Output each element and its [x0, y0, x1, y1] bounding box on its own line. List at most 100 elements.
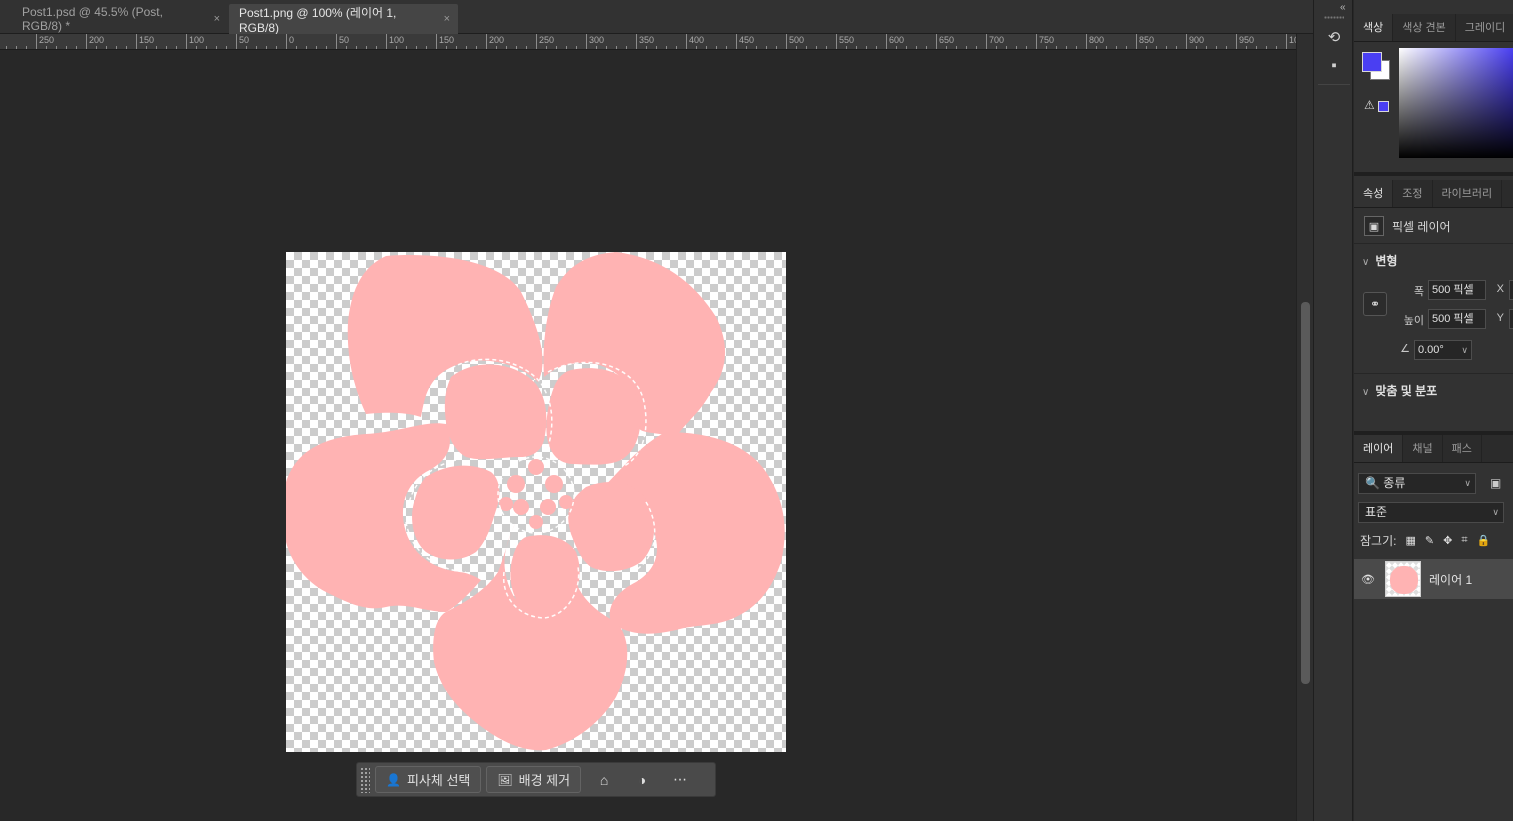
- ruler-minor-tick: [1006, 46, 1007, 49]
- width-label: 폭: [1413, 286, 1424, 298]
- out-of-gamut-warning-icon[interactable]: ⚠: [1364, 98, 1375, 112]
- lock-paint-icon[interactable]: ✎: [1425, 534, 1434, 547]
- ruler-label: 200: [89, 35, 105, 45]
- tab-gradients[interactable]: 그레이디: [1456, 14, 1513, 41]
- ruler-minor-tick: [1266, 46, 1267, 49]
- layers-panel-tabs: 레이어 채널 패스: [1354, 435, 1513, 463]
- ruler-minor-tick: [26, 46, 27, 49]
- lock-position-icon[interactable]: ✥: [1443, 534, 1452, 547]
- ruler-label: 150: [139, 35, 155, 45]
- blend-mode-dropdown[interactable]: 표준 ∨: [1358, 502, 1504, 523]
- horizontal-ruler[interactable]: 0 250 200 150 100 500 50 100 150 200 250 300 350 400 4…: [0, 34, 1296, 50]
- select-subject-label: 피사체 선택: [406, 773, 471, 788]
- tab-properties[interactable]: 속성: [1354, 180, 1394, 207]
- document-canvas[interactable]: [286, 252, 786, 752]
- close-icon[interactable]: ×: [444, 13, 450, 25]
- link-dimensions-icon[interactable]: ⚭: [1363, 292, 1387, 316]
- ruler-minor-tick: [766, 46, 767, 49]
- ruler-minor-tick: [516, 46, 517, 49]
- eye-icon[interactable]: 👁: [1361, 573, 1383, 586]
- ruler-major-tick: [436, 34, 437, 49]
- ruler-minor-tick: [126, 46, 127, 49]
- layer-thumbnail[interactable]: [1385, 561, 1421, 597]
- adjustment-icon[interactable]: ◑: [627, 766, 657, 793]
- drag-handle-icon[interactable]: [360, 766, 370, 793]
- tab-swatches[interactable]: 색상 견본: [1393, 14, 1456, 41]
- vertical-scrollbar[interactable]: [1296, 34, 1313, 821]
- foreground-color-swatch[interactable]: [1362, 52, 1382, 72]
- lock-transparency-icon[interactable]: ▦: [1405, 534, 1415, 547]
- height-field[interactable]: 500 픽셀: [1428, 309, 1486, 329]
- divider: [1354, 243, 1513, 244]
- ruler-minor-tick: [526, 46, 527, 49]
- ruler-major-tick: [586, 34, 587, 49]
- transform-icon[interactable]: ⌂: [589, 766, 619, 793]
- web-safe-color-icon[interactable]: [1378, 101, 1389, 112]
- ruler-minor-tick: [1096, 46, 1097, 49]
- ruler-minor-tick: [1196, 46, 1197, 49]
- comment-icon[interactable]: ▪: [1324, 56, 1344, 76]
- tab-paths[interactable]: 패스: [1443, 435, 1482, 462]
- tab-layers[interactable]: 레이어: [1354, 435, 1404, 462]
- ruler-major-tick: [1086, 34, 1087, 49]
- ruler-label: 100: [389, 35, 405, 45]
- layer-row[interactable]: 👁 레이어 1: [1354, 559, 1513, 599]
- layer-filter-dropdown[interactable]: 🔍 종류 ∨: [1358, 473, 1476, 494]
- scrollbar-thumb[interactable]: [1301, 302, 1310, 684]
- ruler-minor-tick: [916, 46, 917, 49]
- y-field[interactable]: [1509, 309, 1513, 329]
- align-section-header[interactable]: ∨ 맞춤 및 분포: [1362, 382, 1437, 399]
- tab-adjustments[interactable]: 조정: [1393, 180, 1433, 207]
- collapse-panels-icon[interactable]: «: [1340, 2, 1346, 13]
- ruler-minor-tick: [976, 46, 977, 49]
- ruler-minor-tick: [716, 46, 717, 49]
- ruler-minor-tick: [666, 46, 667, 49]
- ruler-major-tick: [886, 34, 887, 49]
- ruler-minor-tick: [696, 46, 697, 49]
- ruler-minor-tick: [796, 46, 797, 49]
- ruler-major-tick: [1036, 34, 1037, 49]
- ruler-minor-tick: [406, 46, 407, 49]
- tab-post1-psd[interactable]: Post1.psd @ 45.5% (Post, RGB/8) * ×: [0, 4, 228, 34]
- ruler-minor-tick: [556, 46, 557, 49]
- lock-all-icon[interactable]: 🔒: [1477, 534, 1491, 547]
- ruler-minor-tick: [656, 46, 657, 49]
- chevron-down-icon[interactable]: ∨: [1461, 341, 1468, 359]
- ruler-major-tick: [986, 34, 987, 49]
- close-icon[interactable]: ×: [214, 13, 220, 25]
- transform-section-header[interactable]: ∨ 변형: [1362, 252, 1397, 269]
- remove-background-button[interactable]: 🖼 배경 제거: [486, 766, 582, 793]
- y-label: Y: [1496, 312, 1504, 324]
- history-icon[interactable]: ⟲: [1324, 28, 1344, 48]
- angle-field[interactable]: 0.00° ∨: [1414, 340, 1472, 360]
- strip-grip-icon[interactable]: [1324, 16, 1344, 19]
- ruler-minor-tick: [816, 46, 817, 49]
- width-field[interactable]: 500 픽셀: [1428, 280, 1486, 300]
- ruler-minor-tick: [1016, 46, 1017, 49]
- layer-name[interactable]: 레이어 1: [1429, 571, 1472, 588]
- x-field[interactable]: [1509, 280, 1513, 300]
- search-icon: 🔍: [1365, 476, 1380, 490]
- tab-post1-png[interactable]: Post1.png @ 100% (레이어 1, RGB/8) ×: [229, 4, 458, 35]
- ruler-minor-tick: [866, 46, 867, 49]
- color-picker-field[interactable]: [1399, 48, 1513, 158]
- lock-artboard-icon[interactable]: ⌗: [1461, 534, 1467, 547]
- ruler-major-tick: [786, 34, 787, 49]
- ruler-minor-tick: [856, 46, 857, 49]
- panel-icon-strip: « ⟲ ▪: [1313, 0, 1353, 821]
- ruler-major-tick: [136, 34, 137, 49]
- ruler-major-tick: [286, 34, 287, 49]
- tab-libraries[interactable]: 라이브러리: [1433, 180, 1503, 207]
- ruler-minor-tick: [546, 46, 547, 49]
- select-subject-button[interactable]: 👤 피사체 선택: [375, 766, 482, 793]
- ruler-label: 400: [689, 35, 705, 45]
- more-options-icon[interactable]: ⋯: [665, 766, 695, 793]
- filter-image-icon[interactable]: ▣: [1490, 476, 1501, 490]
- tab-channels[interactable]: 채널: [1403, 435, 1443, 462]
- ruler-minor-tick: [206, 46, 207, 49]
- tab-label: Post1.png @ 100% (레이어 1, RGB/8): [239, 5, 397, 35]
- tab-color[interactable]: 색상: [1354, 14, 1394, 41]
- layer-type-label: 픽셀 레이어: [1392, 219, 1451, 234]
- ruler-minor-tick: [776, 46, 777, 49]
- ruler-minor-tick: [216, 46, 217, 49]
